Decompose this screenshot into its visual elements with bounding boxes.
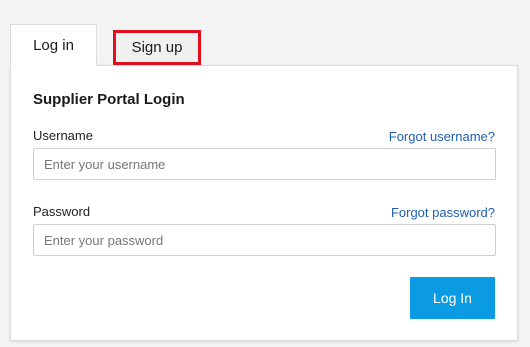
tab-sign-up-label: Sign up — [131, 39, 183, 56]
tab-log-in[interactable]: Log in — [10, 24, 97, 66]
forgot-password-link[interactable]: Forgot password? — [391, 205, 495, 220]
tab-sign-up[interactable]: Sign up — [113, 30, 201, 65]
panel-title: Supplier Portal Login — [33, 91, 185, 108]
password-input[interactable] — [33, 224, 496, 256]
tab-log-in-label: Log in — [33, 37, 74, 54]
login-panel: Supplier Portal Login Username Forgot us… — [10, 65, 518, 341]
auth-tabs: Log in Sign up — [10, 24, 201, 66]
password-label: Password — [33, 204, 91, 219]
username-input[interactable] — [33, 148, 496, 180]
log-in-button[interactable]: Log In — [410, 277, 495, 319]
username-label: Username — [33, 128, 93, 143]
forgot-username-link[interactable]: Forgot username? — [389, 129, 495, 144]
